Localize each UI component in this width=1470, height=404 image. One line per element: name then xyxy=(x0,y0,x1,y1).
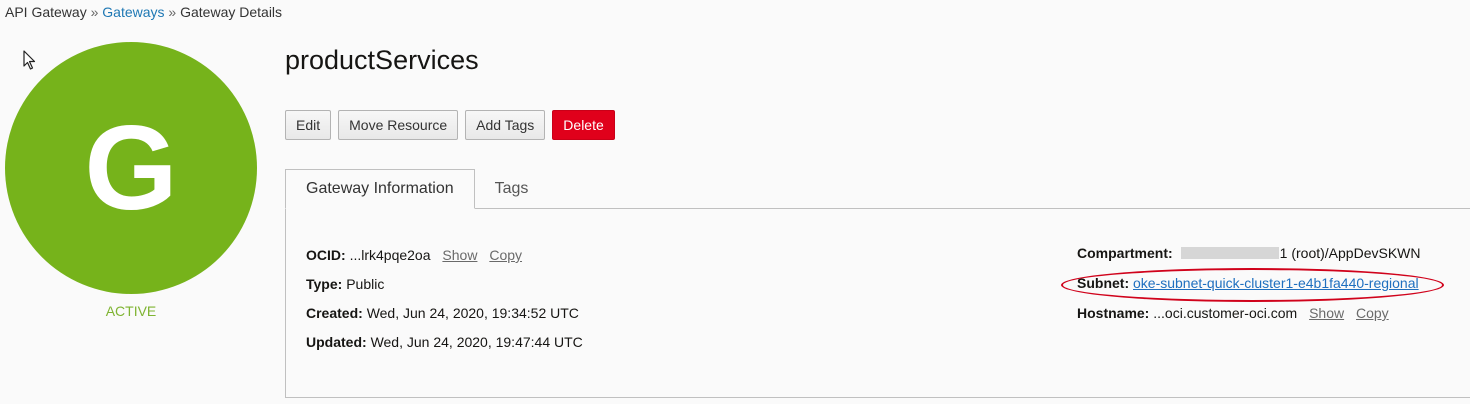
type-value: Public xyxy=(346,276,385,292)
updated-label: Updated: xyxy=(306,334,367,350)
resource-avatar: G xyxy=(5,42,257,294)
page-title: productServices xyxy=(285,45,479,75)
breadcrumb-gateways-link[interactable]: Gateways xyxy=(102,4,164,20)
delete-button[interactable]: Delete xyxy=(552,110,615,140)
ocid-label: OCID: xyxy=(306,247,346,263)
hostname-show-link[interactable]: Show xyxy=(1309,305,1344,321)
breadcrumb-api-gateway[interactable]: API Gateway xyxy=(5,4,87,20)
avatar-initial: G xyxy=(84,101,178,235)
redacted-compartment-name xyxy=(1180,247,1279,259)
ocid-copy-link[interactable]: Copy xyxy=(489,247,522,263)
edit-button[interactable]: Edit xyxy=(285,110,332,140)
subnet-highlight-ellipse xyxy=(1061,268,1444,302)
tab-bar: Gateway Information Tags xyxy=(285,169,548,209)
created-label: Created: xyxy=(306,305,363,321)
ocid-show-link[interactable]: Show xyxy=(442,247,477,263)
type-label: Type: xyxy=(306,276,343,292)
updated-value: Wed, Jun 24, 2020, 19:47:44 UTC xyxy=(370,334,583,350)
mouse-cursor-icon xyxy=(23,50,36,70)
breadcrumb: API Gateway » Gateways » Gateway Details xyxy=(5,4,282,20)
compartment-row: Compartment: 1 (root)/AppDevSKWN xyxy=(1077,245,1421,261)
compartment-label: Compartment: xyxy=(1077,245,1173,261)
hostname-label: Hostname: xyxy=(1077,305,1150,321)
gateway-information-panel xyxy=(285,208,1470,398)
action-bar: Edit Move Resource Add Tags Delete xyxy=(285,110,615,140)
updated-row: Updated: Wed, Jun 24, 2020, 19:47:44 UTC xyxy=(306,334,583,350)
tab-tags[interactable]: Tags xyxy=(475,169,549,209)
created-value: Wed, Jun 24, 2020, 19:34:52 UTC xyxy=(366,305,579,321)
breadcrumb-separator: » xyxy=(90,4,99,20)
type-row: Type: Public xyxy=(306,276,384,292)
ocid-value: ...lrk4pqe2oa xyxy=(349,247,431,263)
hostname-row: Hostname: ...oci.customer-oci.com Show C… xyxy=(1077,305,1389,321)
breadcrumb-current: Gateway Details xyxy=(180,4,283,20)
hostname-value: ...oci.customer-oci.com xyxy=(1153,305,1298,321)
add-tags-button[interactable]: Add Tags xyxy=(465,110,546,140)
hostname-copy-link[interactable]: Copy xyxy=(1356,305,1389,321)
compartment-value: 1 (root)/AppDevSKWN xyxy=(1279,245,1421,261)
ocid-row: OCID: ...lrk4pqe2oa Show Copy xyxy=(306,247,522,263)
created-row: Created: Wed, Jun 24, 2020, 19:34:52 UTC xyxy=(306,305,579,321)
lifecycle-state: ACTIVE xyxy=(105,303,157,319)
breadcrumb-separator: » xyxy=(168,4,177,20)
tab-gateway-information[interactable]: Gateway Information xyxy=(285,169,475,209)
move-resource-button[interactable]: Move Resource xyxy=(338,110,459,140)
